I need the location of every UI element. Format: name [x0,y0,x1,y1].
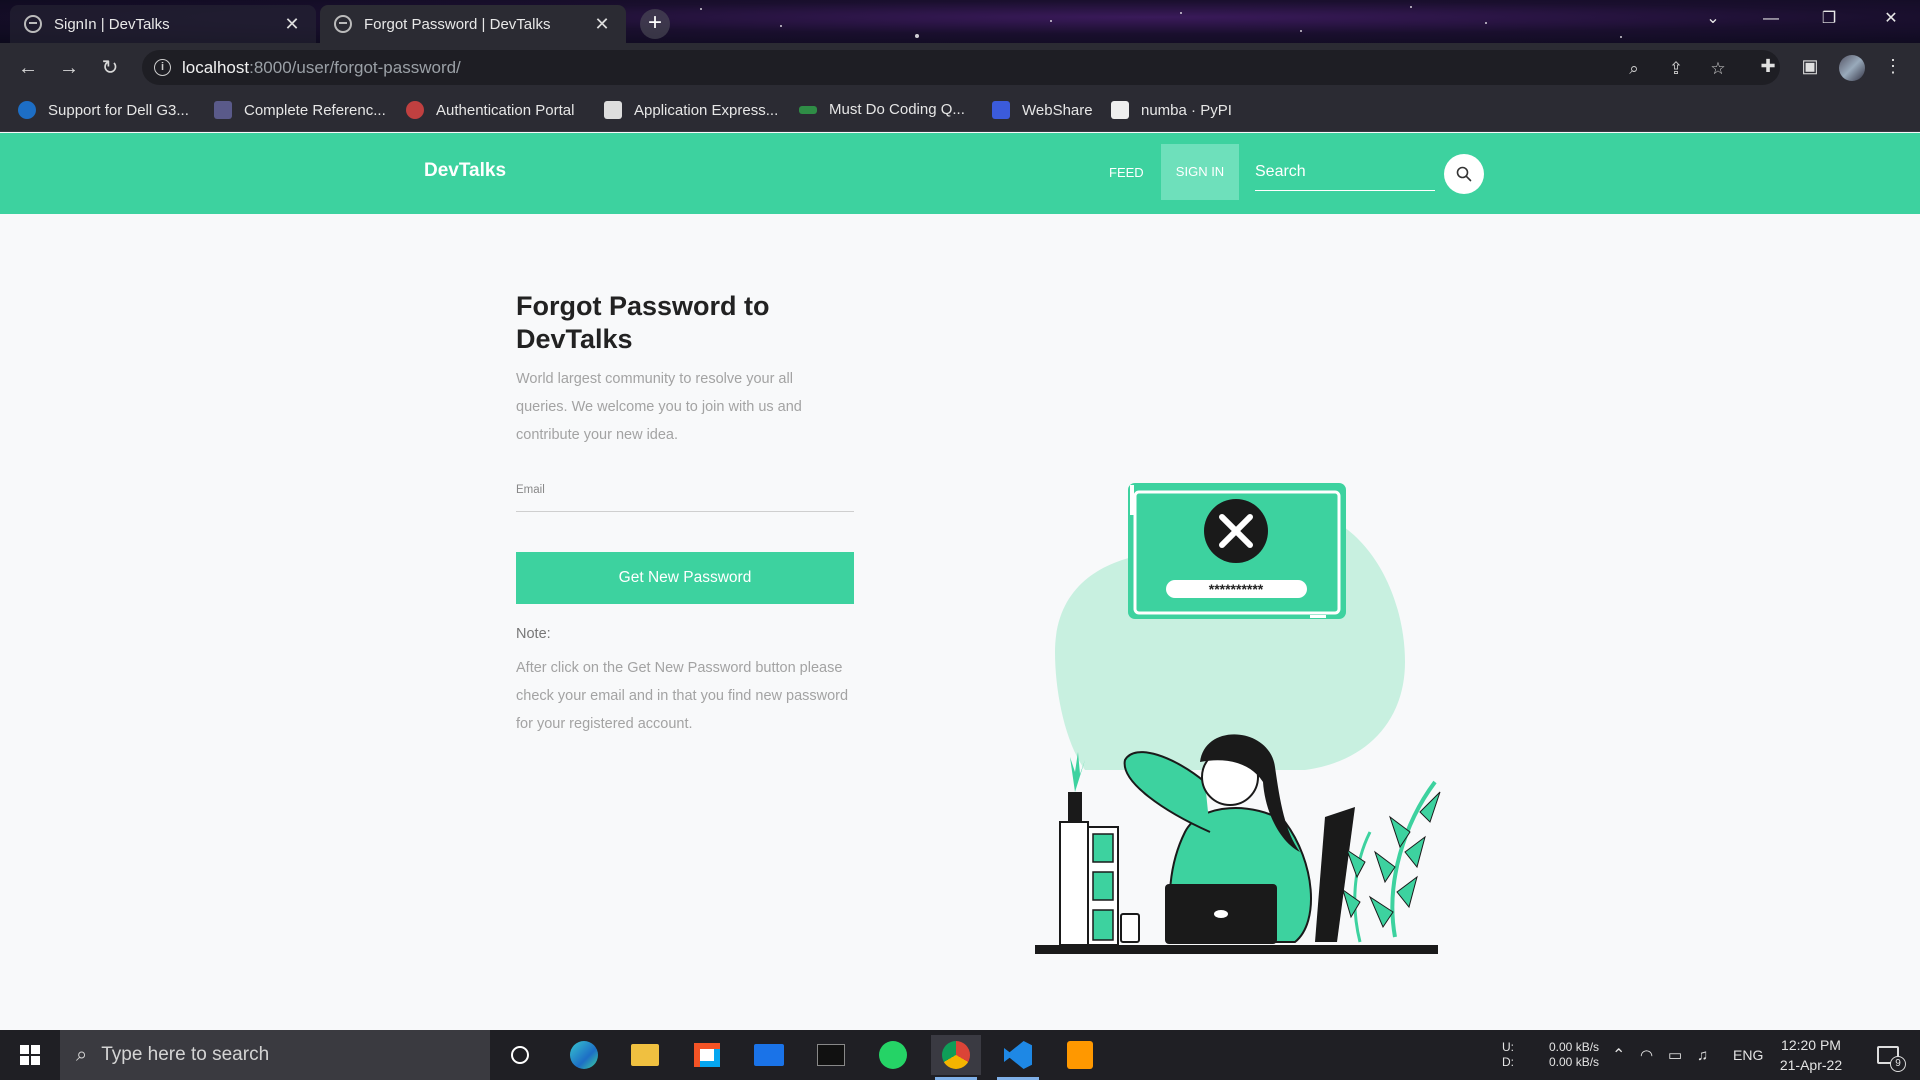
url-text[interactable]: localhost:8000/user/forgot-password/ [182,58,461,78]
edge-icon[interactable] [559,1035,609,1075]
webshare-icon [992,101,1010,119]
nav-feed-link[interactable]: FEED [1109,165,1144,180]
search-icon: ⌕ [76,1043,88,1066]
chevron-up-icon[interactable]: ⌃ [1612,1030,1625,1080]
windows-logo-icon [20,1045,40,1065]
dell-icon [18,101,36,119]
site-brand[interactable]: DevTalks [424,160,506,182]
windows-taskbar: ⌕ Type here to search U: D: 0.00 kB/s 0.00… [0,1030,1920,1080]
side-panel-icon[interactable]: ▣ [1797,53,1823,79]
tab-title: Forgot Password | DevTalks [364,15,551,33]
search-button[interactable] [1444,154,1484,194]
battery-icon[interactable]: ▭ [1668,1030,1682,1080]
language-indicator[interactable]: ENG [1733,1030,1763,1080]
taskbar-search-placeholder: Type here to search [101,1044,270,1065]
whatsapp-icon[interactable] [868,1035,918,1075]
site-info-icon[interactable]: i [154,59,171,76]
nav-signin-link[interactable]: SIGN IN [1161,144,1239,200]
close-window-button[interactable]: ✕ [1862,0,1920,38]
net-labels: U: D: [1502,1040,1514,1069]
profile-avatar[interactable] [1839,55,1865,81]
close-tab-icon[interactable]: ✕ [282,14,302,35]
bookmark-item[interactable]: Authentication Portal [406,101,574,119]
gfg-icon [799,105,817,114]
chrome-icon[interactable] [931,1035,981,1080]
cortana-icon[interactable] [495,1035,545,1075]
tab-signin[interactable]: SignIn | DevTalks ✕ [10,5,316,43]
close-tab-icon[interactable]: ✕ [592,14,612,35]
extensions-icon[interactable]: ✚ [1755,53,1781,79]
portal-icon [406,101,424,119]
store-icon[interactable] [682,1035,732,1075]
globe-icon [334,15,352,33]
page-title: Forgot Password to DevTalks [516,291,770,354]
bookmark-item[interactable]: WebShare [992,101,1093,119]
vscode-icon[interactable] [993,1035,1043,1080]
bookmarks-bar: Support for Dell G3... Complete Referenc… [0,92,1920,132]
start-button[interactable] [0,1030,60,1080]
new-tab-button[interactable]: + [640,9,670,39]
bookmark-item[interactable]: numba · PyPI [1111,101,1232,119]
bookmark-item[interactable]: Support for Dell G3... [18,101,189,119]
email-underline [516,511,854,512]
wifi-icon[interactable]: ◠ [1640,1030,1653,1080]
error-x-icon [1204,499,1268,563]
site-navbar: DevTalks FEED SIGN IN [0,133,1920,214]
file-explorer-icon[interactable] [620,1035,670,1075]
bookmark-item[interactable]: Application Express... [604,101,778,119]
pypi-icon [1111,101,1129,119]
search-icon [1456,166,1472,182]
net-speed: 0.00 kB/s 0.00 kB/s [1549,1040,1600,1069]
url-bar[interactable]: i localhost:8000/user/forgot-password/ ⌕… [142,50,1780,85]
notification-center-button[interactable]: 9 [1868,1030,1908,1080]
bookmark-item[interactable]: Must Do Coding Q... [799,101,965,118]
tab-title: SignIn | DevTalks [54,15,170,33]
forward-icon[interactable]: → [55,54,83,82]
tab-forgot-password[interactable]: Forgot Password | DevTalks ✕ [320,5,626,43]
restore-button[interactable]: ❐ [1800,0,1858,38]
address-toolbar: ← → ↻ i localhost:8000/user/forgot-passw… [0,43,1920,92]
sublime-icon[interactable] [1055,1035,1105,1075]
reload-icon[interactable]: ↻ [96,54,124,82]
terminal-icon[interactable] [806,1035,856,1075]
globe-icon [24,15,42,33]
browser-tab-strip: SignIn | DevTalks ✕ Forgot Password | De… [0,0,1920,43]
notification-count-badge: 9 [1890,1056,1906,1072]
password-mask: ********** [1209,581,1264,597]
clock[interactable]: 12:20 PM 21-Apr-22 [1776,1030,1846,1080]
tab-search-icon[interactable]: ⌄ [1684,0,1742,38]
mail-icon[interactable] [744,1035,794,1075]
share-icon[interactable]: ⇪ [1665,58,1687,80]
search-input[interactable] [1255,153,1435,191]
zoom-icon[interactable]: ⌕ [1623,58,1645,80]
email-field[interactable] [516,492,854,510]
bookmark-star-icon[interactable]: ☆ [1707,58,1729,80]
main-content: Forgot Password to DevTalks World larges… [0,214,1920,1030]
volume-icon[interactable]: ♫ [1697,1030,1708,1080]
intro-text: World largest community to resolve your … [516,371,802,443]
get-new-password-button[interactable]: Get New Password [516,552,854,604]
back-icon[interactable]: ← [14,54,42,82]
bookmark-item[interactable]: Complete Referenc... [214,101,386,119]
reference-icon [214,101,232,119]
page-icon [604,101,622,119]
taskbar-search-box[interactable]: ⌕ Type here to search [60,1030,490,1080]
forgot-password-illustration: ********** [1035,483,1441,954]
note-text: After click on the Get New Password butt… [516,660,849,732]
menu-kebab-icon[interactable]: ⋮ [1880,53,1906,79]
minimize-button[interactable]: — [1742,0,1800,38]
note-label: Note: [516,626,551,642]
